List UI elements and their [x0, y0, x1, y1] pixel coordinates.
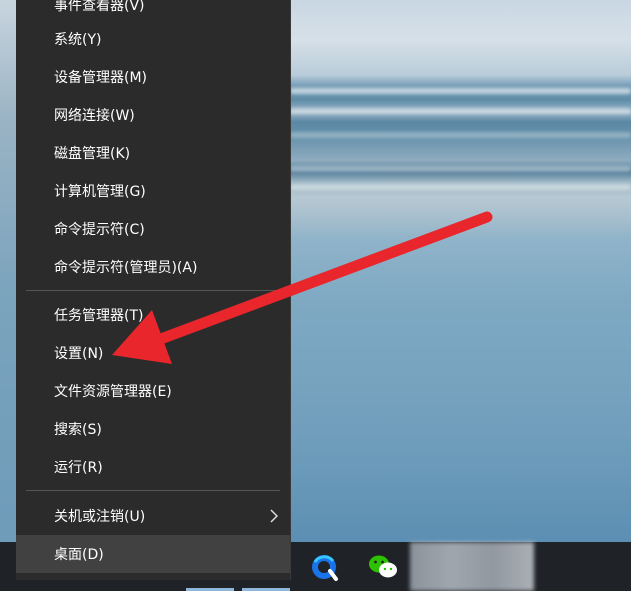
menu-item-label: 计算机管理(G) — [54, 184, 146, 200]
menu-item-label: 命令提示符(C) — [54, 222, 145, 238]
menu-item-device-manager[interactable]: 设备管理器(M) — [16, 58, 290, 96]
wallpaper-wave — [290, 132, 631, 138]
menu-item-label: 设备管理器(M) — [54, 70, 148, 86]
menu-item-command-prompt[interactable]: 命令提示符(C) — [16, 210, 290, 248]
menu-item-label: 系统(Y) — [54, 32, 102, 48]
wechat-icon[interactable] — [367, 552, 399, 582]
menu-item-shutdown-signout[interactable]: 关机或注销(U) — [16, 497, 290, 535]
menu-item-label: 搜索(S) — [54, 422, 102, 438]
menu-item-label: 命令提示符(管理员)(A) — [54, 260, 198, 276]
winx-context-menu: 事件查看器(V) 系统(Y) 设备管理器(M) 网络连接(W) 磁盘管理(K) … — [16, 0, 291, 580]
menu-item-network-connections[interactable]: 网络连接(W) — [16, 96, 290, 134]
menu-item-file-explorer[interactable]: 文件资源管理器(E) — [16, 372, 290, 410]
menu-item-label: 磁盘管理(K) — [54, 146, 131, 162]
menu-item-settings[interactable]: 设置(N) — [16, 334, 290, 372]
menu-item-label: 任务管理器(T) — [54, 308, 144, 324]
menu-item-desktop[interactable]: 桌面(D) — [16, 535, 290, 573]
menu-item-label: 运行(R) — [54, 460, 103, 476]
menu-item-label: 文件资源管理器(E) — [54, 384, 172, 400]
menu-item-search[interactable]: 搜索(S) — [16, 410, 290, 448]
menu-item-label: 设置(N) — [54, 346, 104, 362]
menu-separator — [26, 290, 280, 291]
menu-separator — [26, 490, 280, 491]
wallpaper-wave — [290, 184, 631, 190]
chevron-right-icon — [270, 508, 279, 523]
menu-item-disk-management[interactable]: 磁盘管理(K) — [16, 134, 290, 172]
menu-item-command-prompt-admin[interactable]: 命令提示符(管理员)(A) — [16, 248, 290, 286]
menu-item-label: 桌面(D) — [54, 547, 104, 563]
menu-item-label: 事件查看器(V) — [54, 0, 145, 14]
wallpaper-wave — [290, 166, 631, 172]
taskbar-blurred-window[interactable] — [410, 542, 534, 591]
browser-icon[interactable] — [309, 552, 339, 582]
menu-item-label: 网络连接(W) — [54, 108, 135, 124]
menu-item-system[interactable]: 系统(Y) — [16, 20, 290, 58]
wallpaper-wave — [290, 108, 631, 114]
wallpaper-left-edge — [0, 0, 16, 591]
menu-item-label: 关机或注销(U) — [54, 509, 146, 525]
menu-item-run[interactable]: 运行(R) — [16, 448, 290, 486]
menu-item-task-manager[interactable]: 任务管理器(T) — [16, 296, 290, 334]
menu-item-computer-management[interactable]: 计算机管理(G) — [16, 172, 290, 210]
wallpaper-wave — [290, 88, 631, 94]
